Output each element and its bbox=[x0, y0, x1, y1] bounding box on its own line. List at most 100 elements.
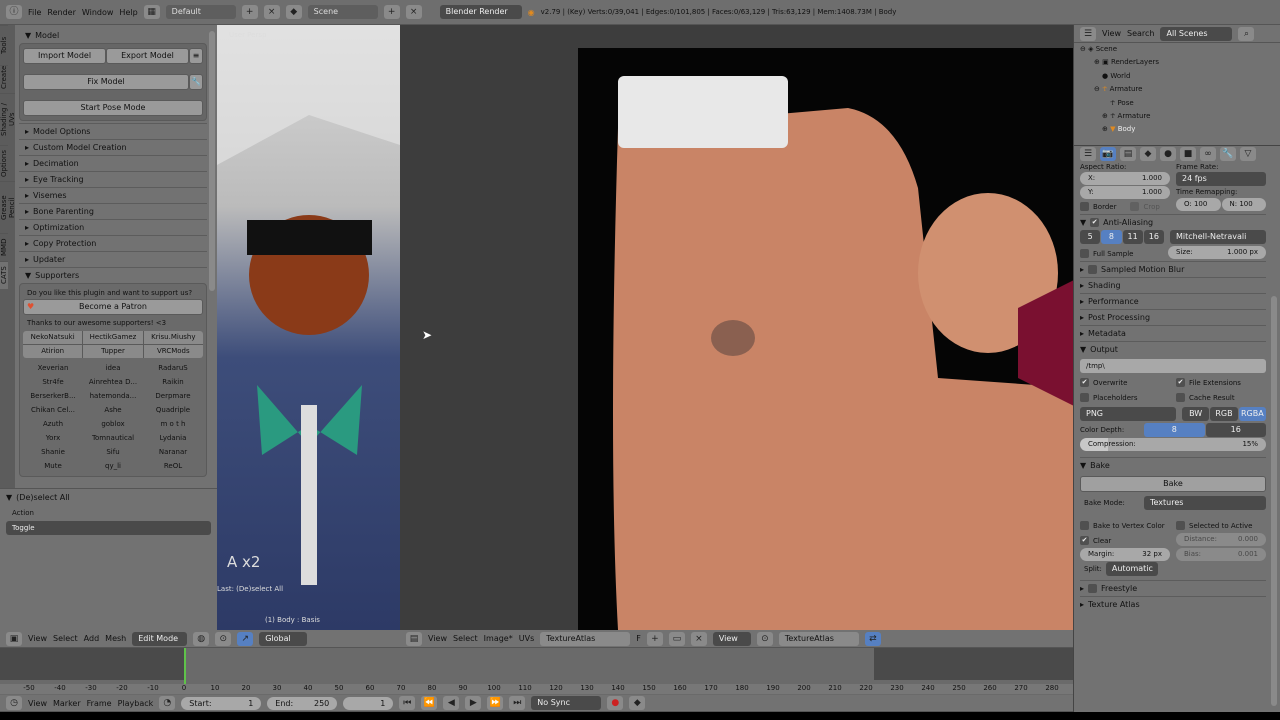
section-visemes[interactable]: ▸ Visemes bbox=[19, 187, 207, 203]
editor-type-icon[interactable]: ☰ bbox=[1080, 147, 1096, 161]
freestyle-checkbox[interactable] bbox=[1088, 584, 1098, 593]
section-decimation[interactable]: ▸ Decimation bbox=[19, 155, 207, 171]
top-supporter-button[interactable]: Krisu.Miushy bbox=[143, 331, 203, 344]
clock-icon[interactable]: ◷ bbox=[6, 696, 22, 710]
tab-tools[interactable]: Tools bbox=[0, 25, 8, 65]
image-select[interactable]: TextureAtlas bbox=[540, 631, 631, 646]
layout-select[interactable]: Default bbox=[165, 5, 236, 19]
render-tab-icon[interactable]: 📷 bbox=[1100, 147, 1116, 161]
import-model-button[interactable]: Import Model bbox=[23, 48, 106, 64]
wrench-icon[interactable]: 🔧 bbox=[189, 74, 203, 90]
outliner-item-armature-data[interactable]: ⊕ ☥ Armature bbox=[1080, 110, 1280, 123]
object-tab-icon[interactable]: ■ bbox=[1180, 147, 1196, 161]
tab-grease-pencil[interactable]: Grease Pencil bbox=[0, 181, 16, 233]
play-icon[interactable]: ▶ bbox=[465, 696, 482, 710]
properties-scrollbar[interactable] bbox=[1271, 296, 1277, 706]
section-metadata[interactable]: ▸ Metadata bbox=[1080, 325, 1266, 341]
full-sample-checkbox[interactable] bbox=[1080, 249, 1089, 258]
bias-field[interactable]: Bias: 0.001 bbox=[1176, 548, 1266, 561]
search-icon[interactable]: ⌕ bbox=[1238, 26, 1255, 41]
fake-user-button[interactable]: F bbox=[636, 634, 641, 643]
color-mode-rgba[interactable]: RGBA bbox=[1238, 407, 1266, 421]
jump-start-icon[interactable]: ⏮ bbox=[399, 696, 416, 710]
tab-cats[interactable]: CATS bbox=[0, 261, 8, 289]
remove-layout-icon[interactable]: × bbox=[263, 5, 280, 19]
view-mode-select[interactable]: View bbox=[712, 631, 751, 646]
section-output[interactable]: ▼ Output bbox=[1080, 341, 1266, 357]
section-updater[interactable]: ▸ Updater bbox=[19, 251, 207, 267]
section-performance[interactable]: ▸ Performance bbox=[1080, 293, 1266, 309]
pivot-icon[interactable]: ⊙ bbox=[215, 631, 232, 646]
keying-set-icon[interactable]: ◆ bbox=[629, 696, 646, 710]
fix-model-button[interactable]: Fix Model bbox=[23, 74, 189, 90]
scene-tab-icon[interactable]: ◆ bbox=[1140, 147, 1156, 161]
play-reverse-icon[interactable]: ◀ bbox=[443, 696, 460, 710]
playhead[interactable] bbox=[184, 648, 186, 688]
cache-result-checkbox[interactable] bbox=[1176, 393, 1185, 402]
overwrite-checkbox[interactable]: ✔ bbox=[1080, 378, 1089, 387]
3d-viewport[interactable]: User Persp A x2 Last: (De)select All (1)… bbox=[217, 25, 400, 630]
section-bake[interactable]: ▼ Bake bbox=[1080, 457, 1266, 473]
selected-to-active-checkbox[interactable] bbox=[1176, 521, 1185, 530]
menu-image[interactable]: Image* bbox=[484, 634, 513, 643]
anti-aliasing-header[interactable]: ▼ ✔ Anti-Aliasing bbox=[1080, 214, 1266, 230]
color-depth-16[interactable]: 16 bbox=[1205, 422, 1266, 437]
info-editor-icon[interactable]: ⓘ bbox=[6, 5, 22, 19]
sync-selection-icon[interactable]: ⇄ bbox=[864, 631, 881, 646]
menu-select[interactable]: Select bbox=[53, 634, 78, 643]
aa-checkbox[interactable]: ✔ bbox=[1090, 218, 1100, 227]
editor-type-icon[interactable]: ▤ bbox=[406, 631, 422, 646]
menu-select[interactable]: Select bbox=[453, 634, 478, 643]
uv-map-select[interactable]: TextureAtlas bbox=[778, 631, 859, 646]
menu-uvs[interactable]: UVs bbox=[519, 634, 535, 643]
margin-field[interactable]: Margin: 32 px bbox=[1080, 548, 1170, 561]
add-scene-icon[interactable]: + bbox=[383, 5, 400, 19]
render-engine-select[interactable]: Blender Render bbox=[439, 5, 522, 19]
outliner-item-body[interactable]: ⊕ ▼ Body bbox=[1080, 123, 1280, 136]
menu-add[interactable]: Add bbox=[84, 634, 100, 643]
menu-mesh[interactable]: Mesh bbox=[105, 634, 126, 643]
menu-window[interactable]: Window bbox=[82, 8, 114, 17]
data-tab-icon[interactable]: ▽ bbox=[1240, 147, 1256, 161]
top-supporter-button[interactable]: NekoNatsuki bbox=[23, 331, 83, 344]
menu-help[interactable]: Help bbox=[119, 8, 137, 17]
frame-rate-select[interactable]: 24 fps bbox=[1176, 172, 1266, 186]
bake-mode-select[interactable]: Textures bbox=[1144, 495, 1266, 510]
aa-filter-select[interactable]: Mitchell-Netravali bbox=[1170, 230, 1266, 244]
menu-playback[interactable]: Playback bbox=[118, 699, 154, 708]
menu-frame[interactable]: Frame bbox=[87, 699, 112, 708]
compression-slider[interactable]: Compression: 15% bbox=[1080, 438, 1266, 451]
become-patron-button[interactable]: ♥ Become a Patron bbox=[23, 299, 203, 315]
scene-select[interactable]: Scene bbox=[307, 5, 378, 19]
shading-icon[interactable]: ◍ bbox=[193, 631, 210, 646]
open-image-icon[interactable]: ▭ bbox=[668, 631, 685, 646]
aa-samples-11[interactable]: 11 bbox=[1122, 230, 1143, 244]
manipulator-icon[interactable]: ↗ bbox=[237, 631, 254, 646]
color-mode-bw[interactable]: BW bbox=[1182, 407, 1210, 421]
pivot-icon[interactable]: ⊙ bbox=[756, 631, 773, 646]
timeline[interactable]: -50 -40 -30 -20 -10 0 10 20 30 40 50 60 70 80 90 100 110… bbox=[0, 648, 1073, 695]
export-options-icon[interactable]: ≡ bbox=[189, 48, 203, 64]
constraints-tab-icon[interactable]: ∞ bbox=[1200, 147, 1216, 161]
remove-scene-icon[interactable]: × bbox=[405, 5, 422, 19]
menu-view[interactable]: View bbox=[28, 634, 47, 643]
layout-icon[interactable]: ▦ bbox=[143, 5, 160, 19]
sync-select[interactable]: No Sync bbox=[531, 696, 602, 710]
section-optimization[interactable]: ▸ Optimization bbox=[19, 219, 207, 235]
outliner-item-world[interactable]: ● World bbox=[1080, 70, 1280, 83]
filter-size-field[interactable]: Size: 1.000 px bbox=[1168, 246, 1266, 259]
clear-checkbox[interactable]: ✔ bbox=[1080, 536, 1089, 545]
placeholders-checkbox[interactable] bbox=[1080, 393, 1089, 402]
uv-image-editor[interactable]: ➤ bbox=[400, 25, 1073, 630]
remap-old-field[interactable]: O: 100 bbox=[1176, 198, 1221, 211]
world-tab-icon[interactable]: ● bbox=[1160, 147, 1176, 161]
menu-file[interactable]: File bbox=[28, 8, 41, 17]
unlink-image-icon[interactable]: × bbox=[690, 631, 707, 646]
section-texture-atlas[interactable]: ▸ Texture Atlas bbox=[1080, 596, 1266, 612]
aspect-x-field[interactable]: X: 1.000 bbox=[1080, 172, 1170, 185]
section-post-processing[interactable]: ▸ Post Processing bbox=[1080, 309, 1266, 325]
top-supporter-button[interactable]: Tupper bbox=[83, 345, 143, 358]
export-model-button[interactable]: Export Model bbox=[106, 48, 189, 64]
tab-mmd[interactable]: MMD bbox=[0, 233, 8, 261]
menu-marker[interactable]: Marker bbox=[53, 699, 81, 708]
